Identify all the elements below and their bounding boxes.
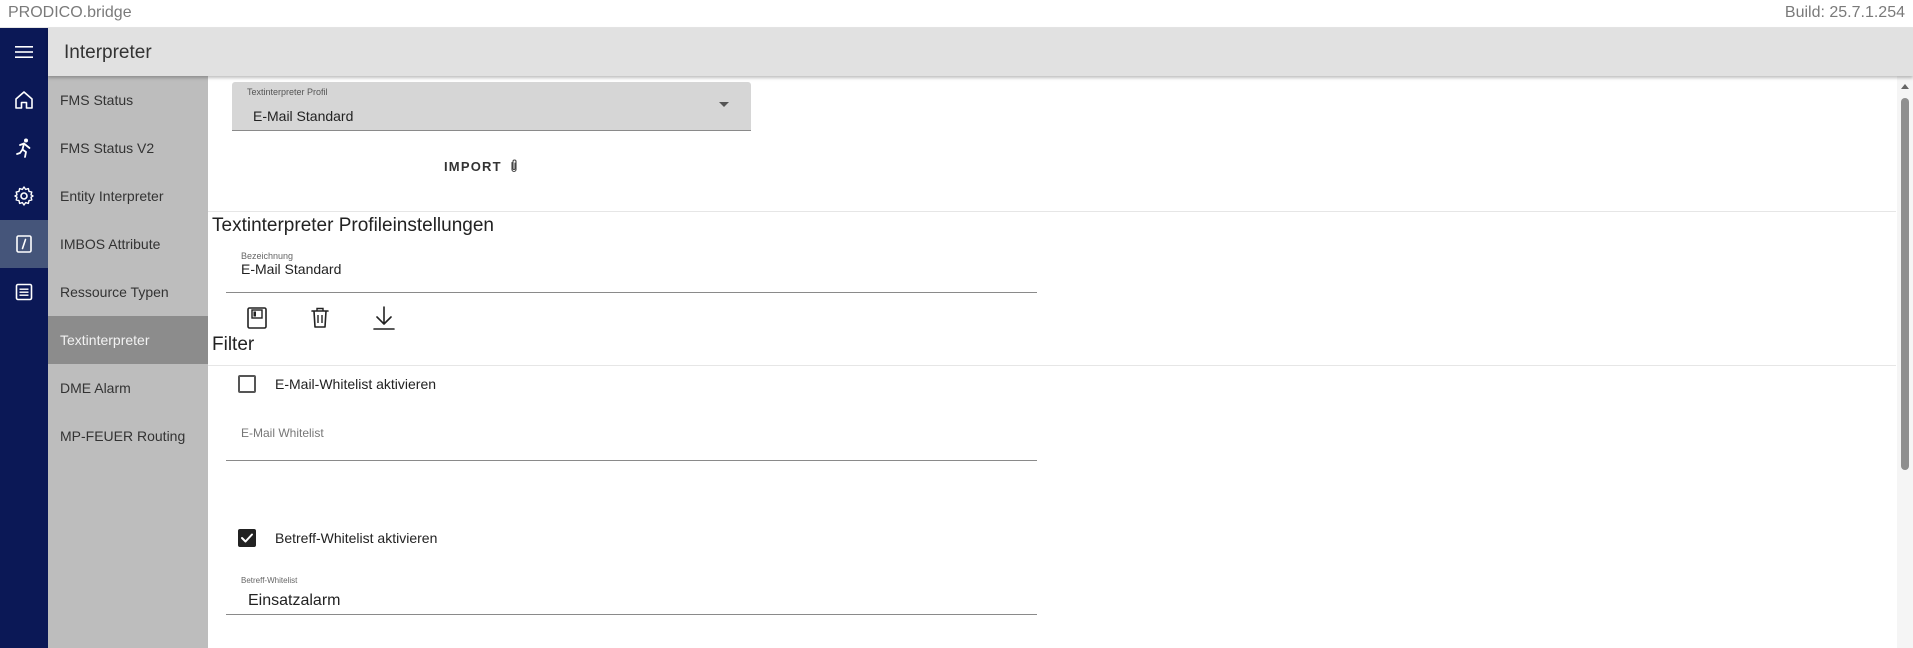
subnav-item-entity-interpreter[interactable]: Entity Interpreter bbox=[48, 172, 208, 220]
subnav-item-mp-feuer-routing[interactable]: MP-FEUER Routing bbox=[48, 412, 208, 460]
subnav-item-dme-alarm[interactable]: DME Alarm bbox=[48, 364, 208, 412]
running-person-icon bbox=[16, 138, 31, 158]
menu-icon bbox=[15, 46, 33, 58]
subnav-item-fms-status[interactable]: FMS Status bbox=[48, 76, 208, 124]
import-button[interactable]: IMPORT bbox=[444, 154, 520, 178]
dropdown-arrow-icon bbox=[719, 102, 729, 107]
page-header: Interpreter bbox=[48, 28, 1913, 76]
email-whitelist-checkbox[interactable] bbox=[238, 375, 256, 393]
name-field[interactable]: Bezeichnung E-Mail Standard bbox=[226, 246, 1037, 293]
subject-whitelist-checkbox-row[interactable]: Betreff-Whitelist aktivieren bbox=[238, 529, 437, 547]
subject-whitelist-checkbox-label: Betreff-Whitelist aktivieren bbox=[275, 530, 438, 546]
divider bbox=[208, 211, 1896, 212]
vertical-scrollbar[interactable] bbox=[1897, 76, 1913, 648]
interpreter-icon bbox=[16, 235, 32, 253]
nav-activity[interactable] bbox=[0, 124, 48, 172]
checkmark-icon bbox=[241, 533, 253, 543]
sub-navigation: FMS Status FMS Status V2 Entity Interpre… bbox=[48, 76, 208, 648]
window-titlebar: PRODICO.bridge Build: 25.7.1.254 bbox=[0, 0, 1913, 28]
email-whitelist-checkbox-row[interactable]: E-Mail-Whitelist aktivieren bbox=[238, 375, 436, 393]
divider bbox=[208, 365, 1896, 366]
save-button[interactable] bbox=[243, 304, 271, 332]
profile-select[interactable]: Textinterpreter Profil E-Mail Standard bbox=[232, 82, 751, 131]
nav-home[interactable] bbox=[0, 76, 48, 124]
download-button[interactable] bbox=[370, 304, 398, 332]
nav-list[interactable] bbox=[0, 268, 48, 316]
filter-section-title: Filter bbox=[212, 334, 255, 355]
subnav-item-imbos-attribute[interactable]: IMBOS Attribute bbox=[48, 220, 208, 268]
import-button-label: IMPORT bbox=[444, 158, 502, 174]
trash-icon bbox=[311, 307, 329, 328]
delete-button[interactable] bbox=[306, 304, 334, 332]
page-title: Interpreter bbox=[64, 42, 152, 63]
icon-rail bbox=[0, 28, 48, 648]
home-icon bbox=[15, 91, 33, 109]
app-title: PRODICO.bridge bbox=[8, 4, 132, 21]
subnav-item-ressource-typen[interactable]: Ressource Typen bbox=[48, 268, 208, 316]
email-whitelist-field[interactable]: E-Mail Whitelist bbox=[226, 418, 1037, 461]
main-content: Textinterpreter Profil E-Mail Standard I… bbox=[208, 76, 1913, 648]
subnav-item-textinterpreter[interactable]: Textinterpreter bbox=[48, 316, 208, 364]
subject-whitelist-field[interactable]: Betreff-Whitelist Einsatzalarm bbox=[226, 569, 1037, 615]
name-field-value: E-Mail Standard bbox=[241, 261, 342, 277]
gear-icon bbox=[14, 186, 34, 206]
scroll-up-arrow-icon[interactable] bbox=[1901, 84, 1909, 89]
subject-whitelist-value: Einsatzalarm bbox=[248, 592, 341, 609]
profile-select-value: E-Mail Standard bbox=[253, 108, 354, 124]
scrollbar-thumb[interactable] bbox=[1901, 98, 1909, 470]
email-whitelist-checkbox-label: E-Mail-Whitelist aktivieren bbox=[275, 376, 437, 392]
build-version: Build: 25.7.1.254 bbox=[1784, 4, 1905, 21]
menu-button[interactable] bbox=[0, 28, 48, 76]
list-icon bbox=[15, 283, 33, 301]
subnav-item-fms-status-v2[interactable]: FMS Status V2 bbox=[48, 124, 208, 172]
email-whitelist-placeholder: E-Mail Whitelist bbox=[241, 426, 324, 440]
settings-section-title: Textinterpreter Profileinstellungen bbox=[212, 215, 494, 236]
profile-select-label: Textinterpreter Profil bbox=[247, 87, 328, 97]
name-field-label: Bezeichnung bbox=[241, 251, 294, 261]
subject-whitelist-checkbox[interactable] bbox=[238, 529, 256, 547]
save-icon bbox=[247, 307, 267, 329]
nav-settings[interactable] bbox=[0, 172, 48, 220]
paperclip-icon bbox=[511, 159, 517, 173]
download-icon bbox=[373, 306, 395, 330]
nav-interpreter[interactable] bbox=[0, 220, 48, 268]
subject-whitelist-label: Betreff-Whitelist bbox=[241, 576, 298, 585]
